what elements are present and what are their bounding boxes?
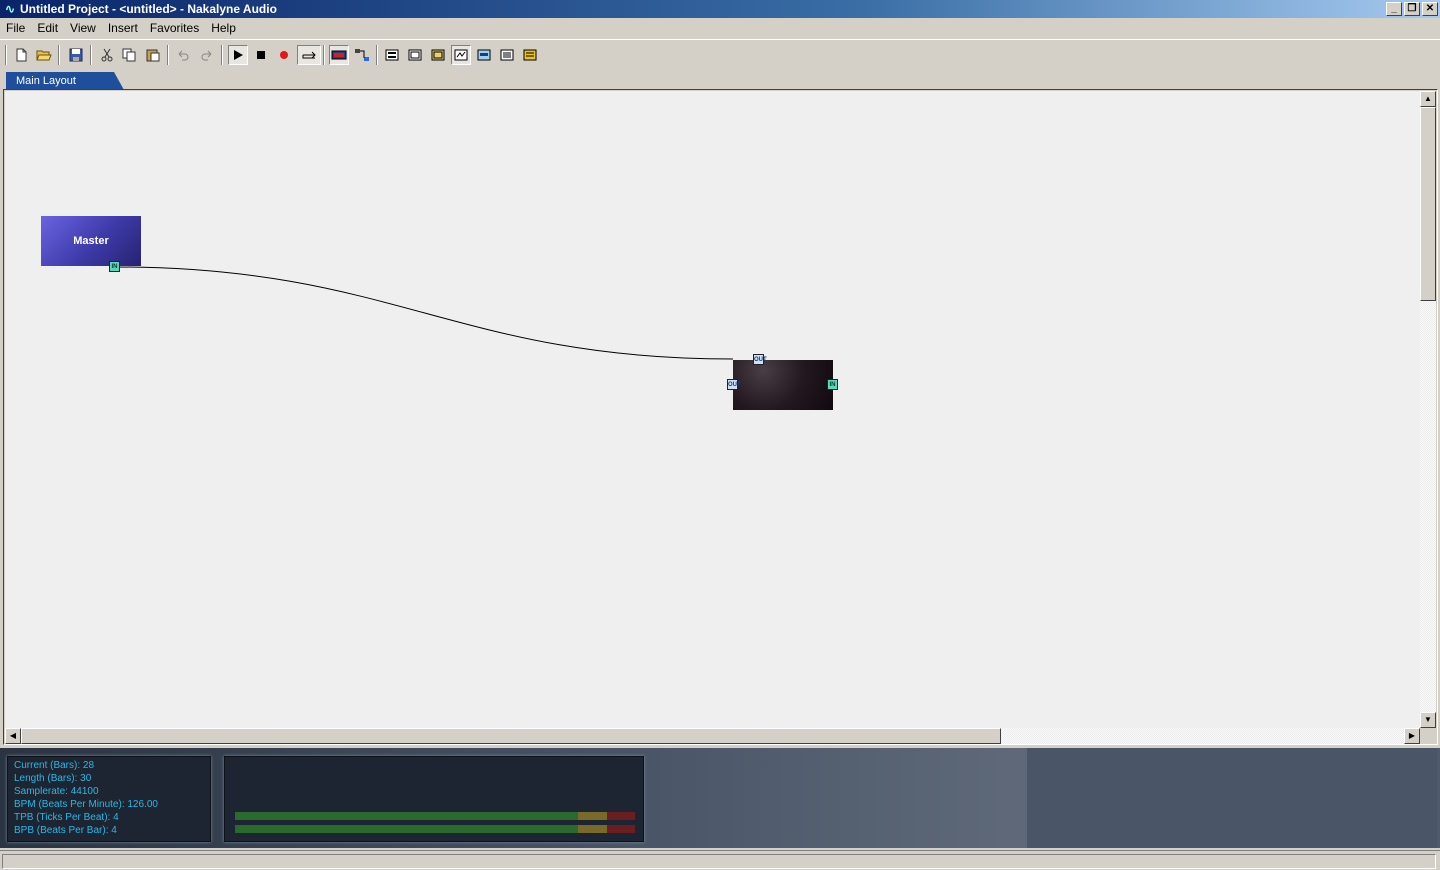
menu-view[interactable]: View — [64, 18, 102, 38]
toolbar-separator — [376, 45, 378, 65]
level-meter-left — [235, 812, 635, 820]
info-samplerate: Samplerate: 44100 — [14, 786, 99, 797]
redo-icon[interactable] — [197, 45, 217, 65]
master-node[interactable]: Master — [41, 216, 141, 266]
undo-icon[interactable] — [173, 45, 193, 65]
scroll-up-button[interactable]: ▲ — [1420, 91, 1436, 107]
open-folder-icon[interactable] — [34, 45, 54, 65]
horizontal-scroll-thumb[interactable] — [21, 728, 1001, 744]
view-2-icon[interactable] — [405, 45, 425, 65]
connection-cable[interactable] — [114, 266, 734, 360]
toolbar-separator — [221, 45, 223, 65]
view-1-icon[interactable] — [382, 45, 402, 65]
close-button[interactable]: ✕ — [1422, 2, 1438, 16]
waveform-icon: ∿ — [4, 2, 16, 16]
info-bpb: BPB (Beats Per Bar): 4 — [14, 825, 117, 836]
info-length-bars: Length (Bars): 30 — [14, 773, 92, 784]
view-4-icon[interactable] — [451, 45, 471, 65]
view-5-icon[interactable] — [474, 45, 494, 65]
unit-node[interactable] — [733, 360, 833, 410]
layout-canvas[interactable]: Master IN OUT OUT IN — [5, 91, 1420, 728]
routing-icon[interactable] — [352, 45, 372, 65]
unit-top-out-port[interactable]: OUT — [753, 354, 767, 365]
scroll-right-button[interactable]: ▶ — [1404, 728, 1420, 744]
play-icon[interactable] — [228, 45, 248, 65]
loop-icon[interactable] — [297, 45, 321, 65]
menu-help[interactable]: Help — [205, 18, 242, 38]
record-icon[interactable] — [274, 45, 294, 65]
view-3-icon[interactable] — [428, 45, 448, 65]
toolbar-separator — [167, 45, 169, 65]
copy-icon[interactable] — [119, 45, 139, 65]
scroll-left-button[interactable]: ◀ — [5, 728, 21, 744]
toolbar-separator — [90, 45, 92, 65]
info-tpb: TPB (Ticks Per Beat): 4 — [14, 812, 119, 823]
device-icon[interactable] — [329, 45, 349, 65]
menu-file[interactable]: File — [0, 18, 31, 38]
stop-icon[interactable] — [251, 45, 271, 65]
view-6-icon[interactable] — [497, 45, 517, 65]
menu-favorites[interactable]: Favorites — [144, 18, 205, 38]
level-meter-right — [235, 825, 635, 833]
cut-icon[interactable] — [97, 45, 117, 65]
info-bpm: BPM (Beats Per Minute): 126.00 — [14, 799, 158, 810]
menu-bar: File Edit View Insert Favorites Help — [0, 18, 1440, 38]
tab-main-layout[interactable]: Main Layout — [6, 72, 124, 90]
toolbar-separator — [58, 45, 60, 65]
vertical-scroll-thumb[interactable] — [1420, 107, 1436, 301]
save-icon[interactable] — [66, 45, 86, 65]
scroll-down-button[interactable]: ▼ — [1420, 712, 1436, 728]
connection-layer — [114, 266, 734, 360]
minimize-button[interactable]: _ — [1386, 2, 1402, 16]
toolbar — [0, 39, 1440, 69]
unit-right-in-port[interactable]: IN — [827, 379, 838, 390]
new-file-icon[interactable] — [11, 45, 31, 65]
restore-button[interactable]: ❐ — [1404, 2, 1420, 16]
status-bar — [0, 850, 1440, 870]
toolbar-separator — [5, 45, 7, 65]
unit-left-out-port[interactable]: OUT — [727, 379, 741, 390]
vertical-scrollbar[interactable]: ▲ ▼ — [1420, 91, 1436, 728]
view-7-icon[interactable] — [520, 45, 540, 65]
horizontal-scrollbar[interactable]: ◀ ▶ — [5, 728, 1420, 744]
window-controls: _ ❐ ✕ — [1386, 2, 1438, 16]
menu-insert[interactable]: Insert — [102, 18, 144, 38]
info-current-bars: Current (Bars): 28 — [14, 760, 95, 771]
transport-panel-right — [1027, 748, 1437, 848]
title-bar: ∿ Untitled Project - <untitled> - Nakaly… — [0, 0, 1440, 18]
menu-edit[interactable]: Edit — [31, 18, 64, 38]
tab-strip: Main Layout — [0, 69, 1440, 90]
paste-icon[interactable] — [143, 45, 163, 65]
master-in-port[interactable]: IN — [109, 261, 120, 272]
status-bar-field — [2, 854, 1436, 869]
transport-panel: Current (Bars): 28 Length (Bars): 30 Sam… — [0, 748, 1440, 848]
toolbar-separator — [323, 45, 325, 65]
project-info-box: Current (Bars): 28 Length (Bars): 30 Sam… — [7, 756, 211, 842]
window-title: Untitled Project - <untitled> - Nakalyne… — [20, 2, 277, 16]
level-meter-box — [224, 756, 644, 842]
master-node-label: Master — [73, 235, 109, 247]
